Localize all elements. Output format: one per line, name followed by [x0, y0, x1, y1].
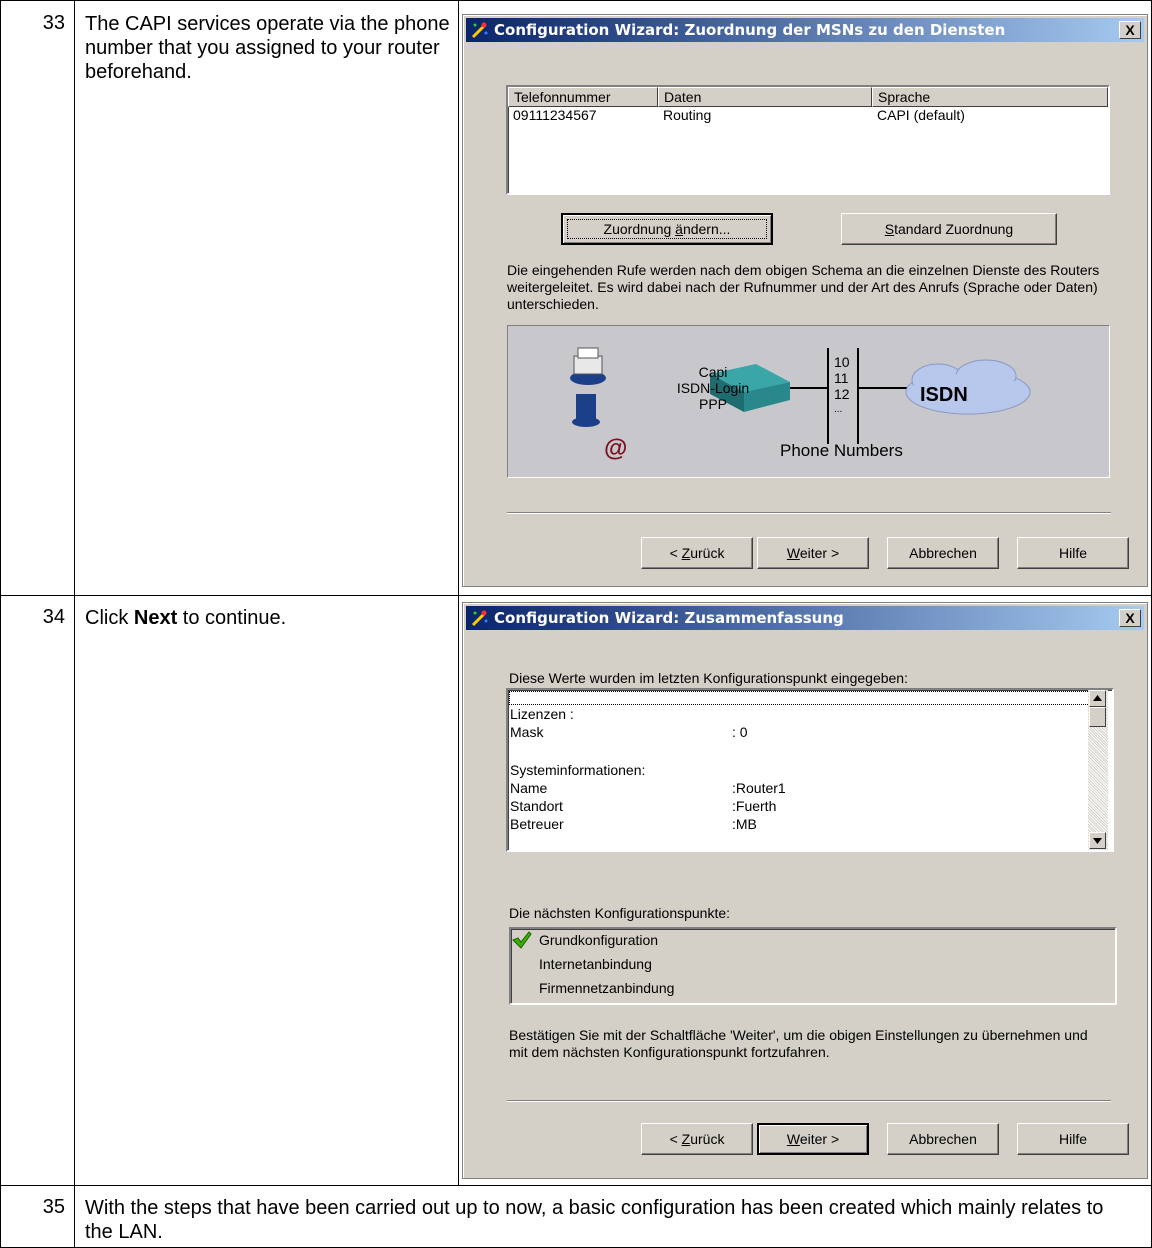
back-button[interactable]: < Zurück [641, 1123, 753, 1155]
close-button[interactable]: X [1119, 609, 1141, 627]
next-points-list: Grundkonfiguration Internetanbindung Fir… [509, 927, 1117, 1005]
value-key: Lizenzen : [510, 706, 574, 722]
focus-line [509, 691, 1090, 705]
arrow-down-icon [1093, 838, 1102, 844]
summary-intro: Diese Werte wurden im letzten Konfigurat… [509, 670, 908, 686]
row-divider [0, 1185, 1152, 1186]
table-border-top [0, 0, 1152, 1]
value-val: : 0 [732, 724, 748, 740]
col-divider [458, 0, 459, 1185]
column-header-telefonnummer[interactable]: Telefonnummer [508, 87, 658, 107]
value-key: Standort [510, 798, 563, 814]
scroll-thumb[interactable] [1089, 707, 1106, 727]
step-text: Click Next to continue. [85, 607, 287, 629]
number-list: 10 11 12 ... [834, 354, 850, 415]
cell-sprache[interactable]: CAPI (default) [877, 107, 965, 123]
dialog-title: Configuration Wizard: Zuordnung der MSNs… [494, 21, 1006, 39]
vertical-scrollbar[interactable] [1088, 690, 1108, 850]
step-number: 34 [42, 606, 65, 628]
next-button[interactable]: Weiter > [757, 537, 869, 569]
change-assignment-button[interactable]: Zuordnung ändern... [561, 213, 773, 245]
cancel-button[interactable]: Abbrechen [887, 1123, 999, 1155]
dialog-title: Configuration Wizard: Zusammenfassung [494, 609, 844, 627]
value-val: :MB [732, 816, 757, 832]
separator [507, 1100, 1111, 1102]
value-val: :Router1 [732, 780, 786, 796]
next-point-item: Firmennetzanbindung [539, 980, 675, 996]
cell-daten[interactable]: Routing [663, 107, 711, 123]
standard-assignment-button[interactable]: Standard Zuordnung [841, 213, 1057, 245]
value-val: :Fuerth [732, 798, 777, 814]
value-key: Betreuer [510, 816, 564, 832]
next-points-label: Die nächsten Konfigurationspunkte: [509, 905, 731, 921]
column-header-daten[interactable]: Daten [658, 87, 872, 107]
msn-listview[interactable]: Telefonnummer Daten Sprache 09111234567 … [506, 85, 1110, 195]
next-point-item: Internetanbindung [539, 956, 652, 972]
row-divider [0, 595, 1152, 596]
dialog-titlebar: Configuration Wizard: Zusammenfassung X [466, 606, 1144, 630]
help-button[interactable]: Hilfe [1017, 537, 1129, 569]
service-list: Capi ISDN-Login PPP [676, 364, 750, 412]
cancel-button[interactable]: Abbrechen [887, 537, 999, 569]
col-divider [74, 0, 75, 1248]
step-number: 33 [42, 12, 65, 34]
value-key: Name [510, 780, 548, 796]
next-button[interactable]: Weiter > [757, 1123, 869, 1155]
summary-values-box[interactable]: Lizenzen : Mask : 0 Systeminformationen:… [506, 688, 1114, 852]
step-text: With the steps that have been carried ou… [85, 1197, 1104, 1243]
column-header-sprache[interactable]: Sprache [872, 87, 1108, 107]
computer-icon [572, 394, 600, 427]
arrow-up-icon [1093, 695, 1102, 701]
checkmark-icon [512, 931, 532, 949]
scroll-down-button[interactable] [1089, 832, 1106, 849]
value-key: Mask [510, 724, 544, 740]
confirm-text: Bestätigen Sie mit der Schaltfläche 'Wei… [509, 1027, 1088, 1060]
step-text: The CAPI services operate via the phone … [85, 13, 450, 83]
at-symbol: @ [604, 435, 627, 462]
step-number: 35 [42, 1196, 65, 1218]
routing-diagram: @ ISDN Capi ISDN-Login PPP 10 11 12 ... … [507, 325, 1110, 478]
cloud-label: ISDN [920, 384, 968, 406]
printer-icon [570, 347, 606, 385]
wizard-wand-icon [471, 22, 488, 39]
scroll-up-button[interactable] [1089, 690, 1106, 707]
value-key: Systeminformationen: [510, 762, 646, 778]
next-point-item: Grundkonfiguration [539, 932, 659, 948]
focus-rect [567, 219, 767, 239]
back-button[interactable]: < Zurück [641, 537, 753, 569]
cell-telefonnummer[interactable]: 09111234567 [513, 107, 597, 123]
wizard-wand-icon [471, 610, 488, 627]
separator [507, 512, 1111, 514]
table-border-left [0, 0, 1, 1248]
help-button[interactable]: Hilfe [1017, 1123, 1129, 1155]
phone-numbers-label: Phone Numbers [780, 441, 903, 460]
description-text: Die eingehenden Rufe werden nach dem obi… [507, 262, 1100, 312]
msn-assignment-dialog: Configuration Wizard: Zuordnung der MSNs… [462, 14, 1148, 587]
summary-dialog: Configuration Wizard: Zusammenfassung X … [462, 602, 1148, 1179]
close-button[interactable]: X [1119, 21, 1141, 39]
dialog-titlebar: Configuration Wizard: Zuordnung der MSNs… [466, 18, 1144, 42]
